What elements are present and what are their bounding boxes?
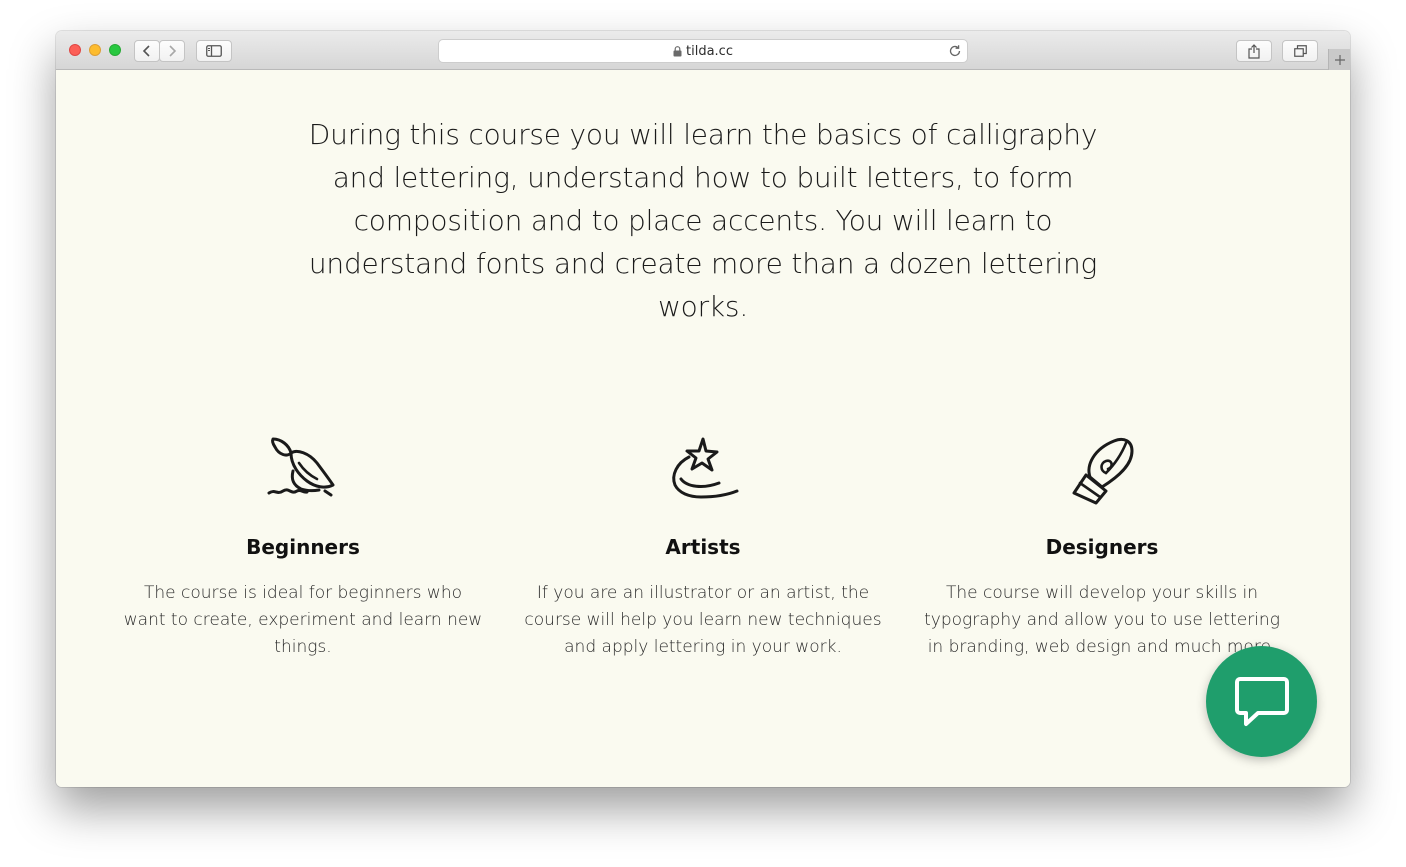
back-button[interactable] — [134, 40, 160, 62]
share-icon — [1248, 43, 1260, 59]
share-button[interactable] — [1236, 40, 1272, 62]
audience-title: Designers — [1045, 535, 1159, 559]
browser-toolbar: tilda.cc — [56, 31, 1350, 70]
close-window-button[interactable] — [69, 44, 81, 56]
page-content: During this course you will learn the ba… — [56, 70, 1350, 787]
audience-title: Beginners — [246, 535, 360, 559]
browser-window: tilda.cc During this course you will lea… — [56, 31, 1350, 787]
tabs-icon — [1293, 45, 1307, 57]
audience-description: If you are an illustrator or an artist, … — [524, 583, 882, 657]
audience-title: Artists — [665, 535, 741, 559]
audience-description: The course will develop your skills in t… — [924, 583, 1280, 657]
pen-nib-icon — [1072, 437, 1134, 505]
audience-artists: Artists If you are an illustrator or an … — [523, 435, 883, 661]
new-tab-button[interactable] — [1328, 49, 1350, 70]
star-icon — [672, 437, 739, 499]
plus-icon — [1334, 54, 1345, 65]
chat-widget-button[interactable] — [1206, 646, 1317, 757]
sidebar-toggle-button[interactable] — [196, 40, 232, 62]
reload-icon[interactable] — [948, 44, 962, 58]
audience-beginners: Beginners The course is ideal for beginn… — [123, 435, 483, 661]
tab-overview-button[interactable] — [1282, 40, 1318, 62]
minimize-window-button[interactable] — [89, 44, 101, 56]
audience-designers: Designers The course will develop your s… — [922, 435, 1282, 661]
chevron-left-icon — [142, 45, 150, 57]
brush-icon — [267, 437, 335, 497]
sidebar-icon — [206, 45, 222, 57]
maximize-window-button[interactable] — [109, 44, 121, 56]
forward-button[interactable] — [159, 40, 185, 62]
url-text: tilda.cc — [686, 43, 733, 59]
chat-bubble-icon — [1234, 676, 1289, 726]
address-bar[interactable]: tilda.cc — [438, 39, 968, 63]
chevron-right-icon — [169, 45, 177, 57]
course-intro-text: During this course you will learn the ba… — [308, 118, 1098, 323]
lock-icon — [673, 45, 682, 56]
audience-description: The course is ideal for beginners who wa… — [123, 583, 483, 657]
